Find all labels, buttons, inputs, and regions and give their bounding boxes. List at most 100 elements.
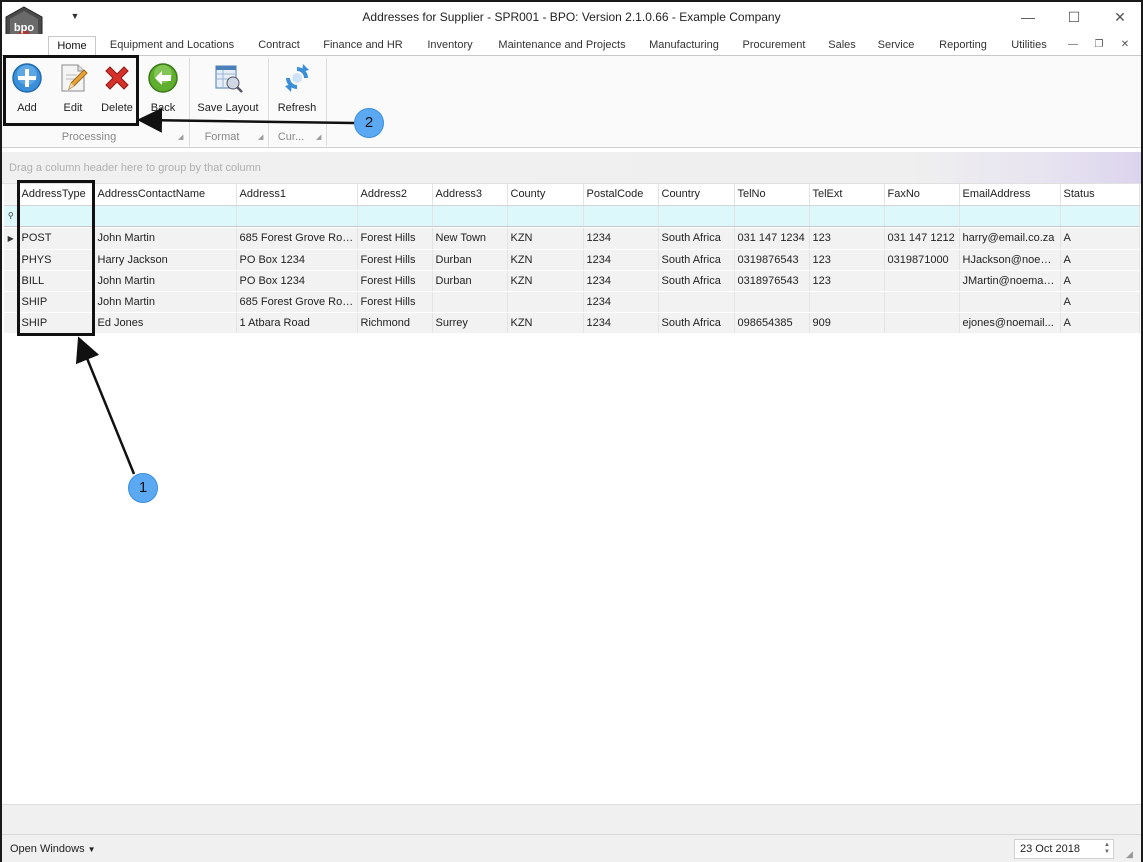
table-cell[interactable]: 1 Atbara Road — [236, 312, 358, 334]
close-button[interactable]: ✕ — [1097, 2, 1143, 32]
table-row[interactable]: BILL John Martin PO Box 1234 Forest Hills Du… — [4, 270, 1140, 292]
mdi-restore-button[interactable]: ❐ — [1088, 36, 1110, 54]
table-cell[interactable]: KZN — [507, 249, 584, 271]
currency-launcher-icon[interactable]: ◢ — [316, 134, 324, 142]
filter-cell[interactable] — [734, 205, 810, 227]
table-cell[interactable] — [884, 291, 960, 313]
table-cell[interactable]: Forest Hills — [357, 228, 433, 250]
table-cell[interactable]: ejones@noemail... — [959, 312, 1061, 334]
filter-cell[interactable] — [236, 205, 358, 227]
table-cell[interactable]: Forest Hills — [357, 291, 433, 313]
table-cell[interactable]: Forest Hills — [357, 270, 433, 292]
table-cell[interactable] — [507, 291, 584, 313]
row-indicator[interactable] — [4, 249, 19, 271]
refresh-button[interactable]: Refresh — [274, 60, 320, 124]
table-cell[interactable] — [734, 291, 810, 313]
table-cell[interactable]: 1234 — [583, 270, 659, 292]
table-cell[interactable]: A — [1060, 312, 1140, 334]
table-cell[interactable]: 1234 — [583, 312, 659, 334]
column-header[interactable]: TelExt — [809, 184, 885, 206]
table-cell[interactable]: Forest Hills — [357, 249, 433, 271]
table-row[interactable]: SHIP Ed Jones 1 Atbara Road Richmond Surrey K… — [4, 312, 1140, 334]
table-cell[interactable]: New Town — [432, 228, 508, 250]
table-row[interactable]: ▶ POST John Martin 685 Forest Grove Road For… — [4, 228, 1140, 250]
table-cell[interactable]: PO Box 1234 — [236, 249, 358, 271]
table-cell[interactable]: John Martin — [94, 270, 237, 292]
filter-cell[interactable] — [1060, 205, 1140, 227]
table-cell[interactable]: 0319876543 — [734, 249, 810, 271]
table-cell[interactable]: Durban — [432, 270, 508, 292]
table-cell[interactable]: 123 — [809, 270, 885, 292]
table-row[interactable]: SHIP John Martin 685 Forest Grove Road Fore… — [4, 291, 1140, 313]
table-cell[interactable]: South Africa — [658, 249, 735, 271]
tab-equipment-and-locations[interactable]: Equipment and Locations — [104, 36, 240, 56]
table-cell[interactable]: Harry Jackson — [94, 249, 237, 271]
tab-manufacturing[interactable]: Manufacturing — [644, 36, 724, 56]
tab-service[interactable]: Service — [872, 36, 920, 56]
tab-procurement[interactable]: Procurement — [736, 36, 812, 56]
column-header[interactable]: Status — [1060, 184, 1140, 206]
table-cell[interactable]: KZN — [507, 270, 584, 292]
table-cell[interactable]: 031 147 1212 — [884, 228, 960, 250]
filter-cell[interactable] — [583, 205, 659, 227]
table-cell[interactable]: A — [1060, 291, 1140, 313]
table-cell[interactable]: A — [1060, 228, 1140, 250]
table-cell[interactable]: 098654385 — [734, 312, 810, 334]
filter-cell[interactable] — [507, 205, 584, 227]
tab-utilities[interactable]: Utilities — [1006, 36, 1052, 56]
maximize-button[interactable]: ☐ — [1051, 2, 1097, 32]
processing-launcher-icon[interactable]: ◢ — [178, 134, 186, 142]
date-spinner-icon[interactable]: ▲ ▼ — [1103, 842, 1111, 856]
table-cell[interactable]: 123 — [809, 249, 885, 271]
table-cell[interactable]: 1234 — [583, 291, 659, 313]
filter-cell[interactable] — [357, 205, 433, 227]
filter-cell[interactable] — [884, 205, 960, 227]
table-cell[interactable]: 0318976543 — [734, 270, 810, 292]
row-indicator[interactable] — [4, 270, 19, 292]
table-cell[interactable] — [658, 291, 735, 313]
table-cell[interactable]: South Africa — [658, 228, 735, 250]
column-header[interactable]: AddressContactName — [94, 184, 237, 206]
table-cell[interactable]: KZN — [507, 228, 584, 250]
table-cell[interactable]: A — [1060, 249, 1140, 271]
table-cell[interactable]: A — [1060, 270, 1140, 292]
table-cell[interactable] — [809, 291, 885, 313]
filter-cell[interactable] — [94, 205, 237, 227]
row-focus-indicator-icon[interactable]: ▶ — [4, 228, 19, 250]
table-cell[interactable]: 685 Forest Grove Road — [236, 291, 358, 313]
table-cell[interactable]: HJackson@noem... — [959, 249, 1061, 271]
column-header[interactable]: TelNo — [734, 184, 810, 206]
table-cell[interactable]: 685 Forest Grove Road — [236, 228, 358, 250]
table-cell[interactable]: JMartin@noemail... — [959, 270, 1061, 292]
table-cell[interactable]: John Martin — [94, 291, 237, 313]
table-cell[interactable]: Durban — [432, 249, 508, 271]
table-cell[interactable]: South Africa — [658, 312, 735, 334]
column-header[interactable]: Country — [658, 184, 735, 206]
mdi-minimize-button[interactable]: — — [1062, 36, 1084, 54]
tab-inventory[interactable]: Inventory — [420, 36, 480, 56]
column-header[interactable]: EmailAddress — [959, 184, 1061, 206]
tab-home[interactable]: Home — [48, 36, 96, 57]
format-launcher-icon[interactable]: ◢ — [258, 134, 266, 142]
column-header[interactable]: Address2 — [357, 184, 433, 206]
table-cell[interactable]: John Martin — [94, 228, 237, 250]
date-field[interactable]: 23 Oct 2018 ▲ ▼ — [1014, 839, 1114, 859]
table-cell[interactable] — [884, 270, 960, 292]
table-cell[interactable]: KZN — [507, 312, 584, 334]
back-button[interactable]: Back — [142, 60, 184, 124]
table-cell[interactable]: 031 147 1234 — [734, 228, 810, 250]
table-cell[interactable] — [432, 291, 508, 313]
table-row[interactable]: PHYS Harry Jackson PO Box 1234 Forest Hills… — [4, 249, 1140, 271]
table-cell[interactable]: 1234 — [583, 228, 659, 250]
table-cell[interactable]: 0319871000 — [884, 249, 960, 271]
auto-filter-row[interactable]: ⚲ — [4, 205, 1140, 227]
tab-maintenance-and-projects[interactable]: Maintenance and Projects — [492, 36, 632, 56]
table-cell[interactable]: Richmond — [357, 312, 433, 334]
filter-cell[interactable] — [809, 205, 885, 227]
table-cell[interactable]: Ed Jones — [94, 312, 237, 334]
group-by-panel[interactable]: Drag a column header here to group by th… — [2, 152, 1141, 184]
row-indicator[interactable] — [4, 291, 19, 313]
table-cell[interactable]: harry@email.co.za — [959, 228, 1061, 250]
minimize-button[interactable]: — — [1005, 2, 1051, 32]
mdi-close-button[interactable]: ✕ — [1114, 36, 1136, 54]
